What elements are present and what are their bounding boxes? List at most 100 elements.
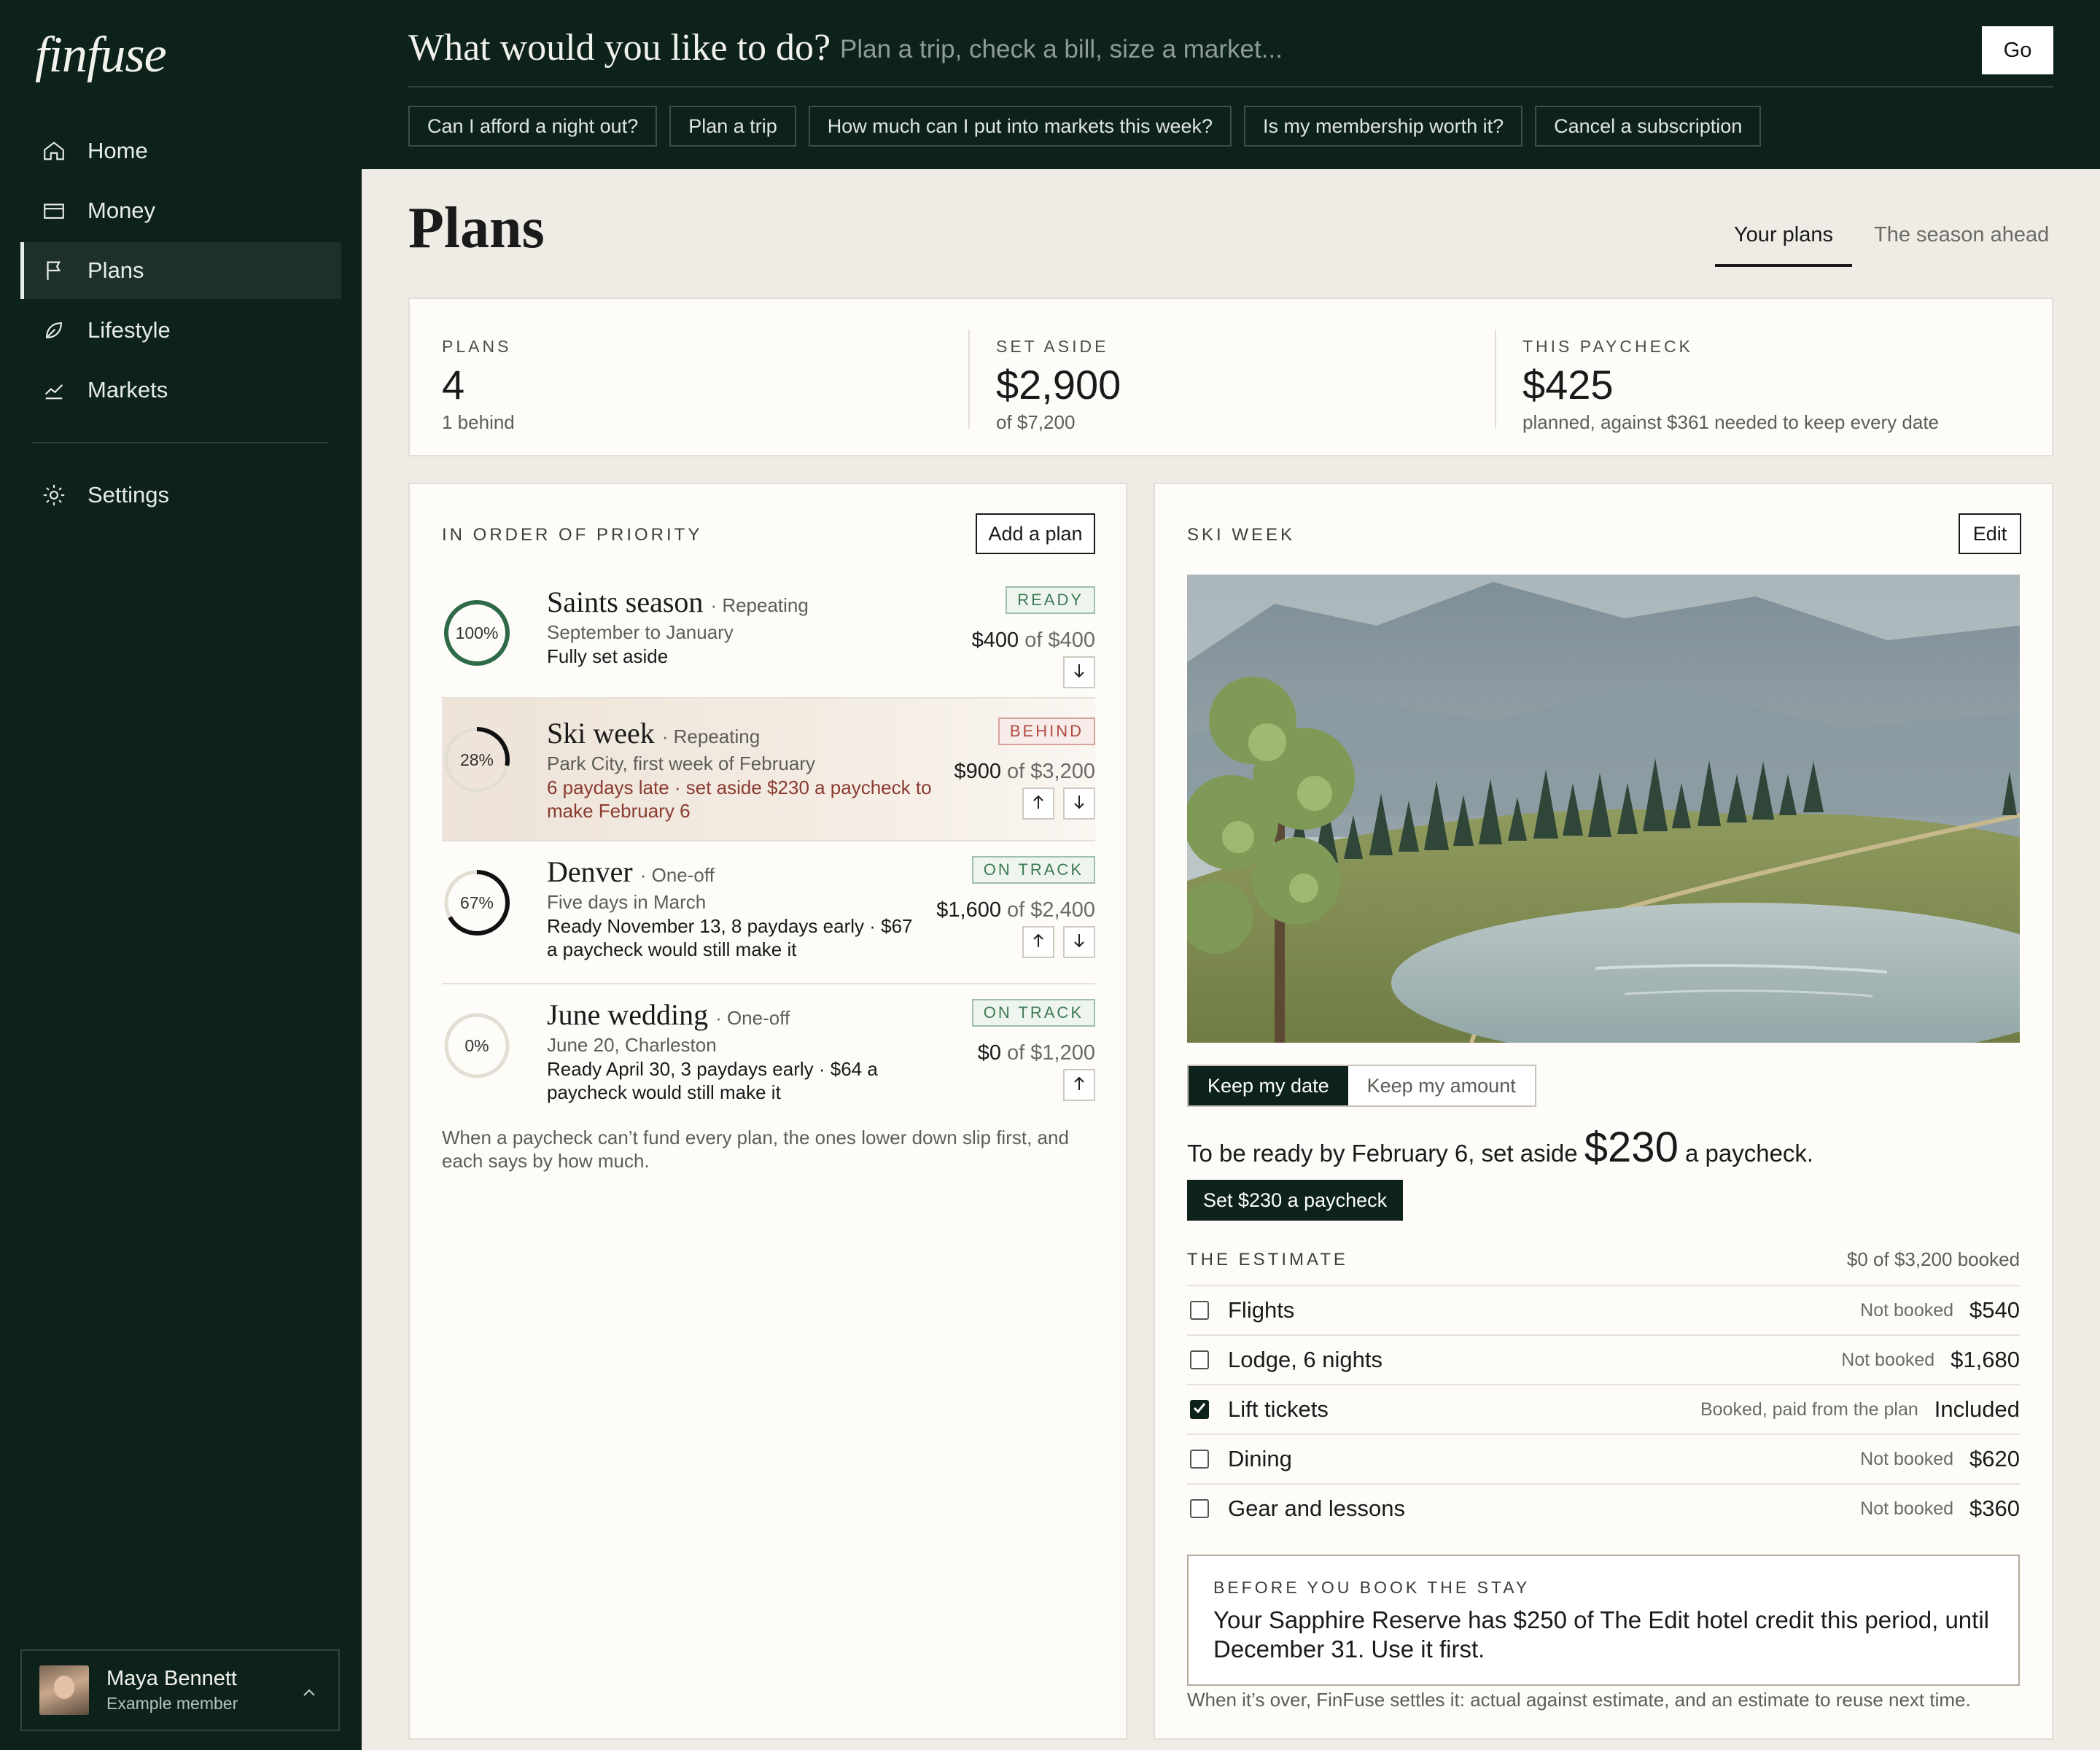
move-down-button[interactable] xyxy=(1063,656,1095,688)
estimate-item: Flights xyxy=(1228,1297,1295,1323)
status-badge: ON TRACK xyxy=(971,999,1095,1027)
ask-input[interactable]: Plan a trip, check a bill, size a market… xyxy=(840,35,1283,64)
plan-title: Saints season · Repeating xyxy=(547,585,809,619)
recommendation-prefix: To be ready by February 6, set aside xyxy=(1187,1140,1578,1167)
sidebar-item-money[interactable]: Money xyxy=(20,182,341,239)
plan-amount: $900 of $3,200 xyxy=(954,760,1095,784)
home-icon xyxy=(41,138,67,164)
move-up-button[interactable] xyxy=(1063,1069,1095,1101)
plan-saved: $400 xyxy=(971,629,1019,652)
plan-row-saints-season[interactable]: 100% Saints season · Repeating September… xyxy=(442,572,1095,713)
estimate-item: Lift tickets xyxy=(1228,1396,1329,1422)
progress-percent: 100% xyxy=(455,623,499,642)
plan-title: Ski week · Repeating xyxy=(547,716,760,750)
booked-checkbox[interactable] xyxy=(1190,1400,1209,1419)
estimate-price: Included xyxy=(1934,1396,2020,1422)
status-badge: ON TRACK xyxy=(971,856,1095,884)
reorder-controls xyxy=(1063,656,1095,688)
plan-saved: $900 xyxy=(954,760,1001,783)
booked-checkbox[interactable] xyxy=(1190,1499,1209,1518)
callout-label: BEFORE YOU BOOK THE STAY xyxy=(1213,1578,1531,1597)
move-up-button[interactable] xyxy=(1022,788,1054,820)
user-name: Maya Bennett xyxy=(106,1667,237,1690)
plan-saved: $0 xyxy=(977,1041,1001,1065)
status-badge: READY xyxy=(1006,586,1095,614)
priority-panel: IN ORDER OF PRIORITY Add a plan 100% Sai… xyxy=(408,483,1127,1740)
plan-subtitle: June 20, Charleston xyxy=(547,1034,717,1056)
sidebar-item-label: Lifestyle xyxy=(88,317,171,343)
move-down-button[interactable] xyxy=(1063,926,1095,958)
plan-subtitle: Five days in March xyxy=(547,891,707,913)
callout-text: Your Sapphire Reserve has $250 of The Ed… xyxy=(1213,1606,1989,1662)
stat-this-paycheck: THIS PAYCHECK $425 planned, against $361… xyxy=(1522,337,1939,434)
plan-name: Ski week xyxy=(547,717,655,750)
sidebar-item-label: Markets xyxy=(88,377,168,402)
stat-divider xyxy=(968,330,970,429)
booking-status: Not booked xyxy=(1841,1349,1935,1370)
avatar xyxy=(39,1665,89,1715)
sidebar-item-label: Money xyxy=(88,198,156,223)
booked-checkbox[interactable] xyxy=(1190,1450,1209,1469)
sidebar-item-markets[interactable]: Markets xyxy=(20,362,341,419)
sidebar-item-lifestyle[interactable]: Lifestyle xyxy=(20,302,341,359)
reorder-controls xyxy=(1022,788,1095,820)
sidebar-item-home[interactable]: Home xyxy=(20,122,341,179)
suggestion-chip[interactable]: Can I afford a night out? xyxy=(408,106,658,147)
arrow-down-icon xyxy=(1072,663,1086,682)
plan-subtitle: Park City, first week of February xyxy=(547,752,815,774)
user-role: Example member xyxy=(106,1694,238,1713)
plan-target: of $3,200 xyxy=(1007,760,1095,783)
ask-bar: What would you like to do? Plan a trip, … xyxy=(362,0,2100,169)
tab-your-plans[interactable]: Your plans xyxy=(1715,223,1852,267)
plan-name: Saints season xyxy=(547,586,704,618)
stat-sub: of $7,200 xyxy=(996,411,1076,433)
booking-status: Not booked xyxy=(1860,1299,1954,1321)
add-plan-button[interactable]: Add a plan xyxy=(976,513,1095,554)
sidebar-item-settings[interactable]: Settings xyxy=(20,467,341,524)
summary-stats: PLANS 4 1 behind SET ASIDE $2,900 of $7,… xyxy=(408,298,2053,456)
plan-title: Denver · One-off xyxy=(547,855,715,889)
stat-divider xyxy=(1495,330,1496,429)
check-icon xyxy=(1192,1401,1207,1418)
plan-title: June wedding · One-off xyxy=(547,998,790,1032)
booking-status: Booked, paid from the plan xyxy=(1700,1399,1918,1420)
plan-amount: $400 of $400 xyxy=(972,629,1095,653)
suggestion-chip[interactable]: Cancel a subscription xyxy=(1535,106,1762,147)
go-button[interactable]: Go xyxy=(1982,26,2053,74)
booked-checkbox[interactable] xyxy=(1190,1301,1209,1320)
stat-label: PLANS xyxy=(442,337,512,356)
wallet-icon xyxy=(41,198,67,224)
stat-sub: planned, against $361 needed to keep eve… xyxy=(1522,411,1940,433)
user-menu[interactable]: Maya Bennett Example member xyxy=(20,1649,340,1731)
suggestion-chip[interactable]: How much can I put into markets this wee… xyxy=(808,106,1232,147)
move-down-button[interactable] xyxy=(1063,788,1095,820)
suggestion-chip[interactable]: Plan a trip xyxy=(669,106,796,147)
progress-percent: 0% xyxy=(464,1035,489,1055)
tab-season-ahead[interactable]: The season ahead xyxy=(1855,223,2068,267)
estimate-price: $540 xyxy=(1969,1297,2020,1323)
progress-percent: 67% xyxy=(459,892,494,912)
plan-kind: · One-off xyxy=(639,864,715,886)
suggestion-chip[interactable]: Is my membership worth it? xyxy=(1244,106,1523,147)
ask-title: What would you like to do? xyxy=(408,27,831,69)
plan-note: 6 paydays late · set aside $230 a payche… xyxy=(547,777,932,822)
recommendation-amount: $230 xyxy=(1584,1124,1679,1171)
page-title: Plans xyxy=(408,196,545,260)
keep-my-amount-option[interactable]: Keep my amount xyxy=(1348,1066,1535,1105)
estimate-row: Lift tickets Booked, paid from the plan … xyxy=(1187,1384,2020,1434)
keep-toggle: Keep my date Keep my amount xyxy=(1187,1065,1536,1107)
plan-row-denver[interactable]: 67% Denver · One-off Five days in March … xyxy=(442,841,1095,983)
plan-row-ski-week[interactable]: 28% Ski week · Repeating Park City, firs… xyxy=(442,699,1095,840)
keep-my-date-option[interactable]: Keep my date xyxy=(1189,1066,1348,1105)
estimate-label: THE ESTIMATE xyxy=(1187,1250,1348,1269)
set-paycheck-button[interactable]: Set $230 a paycheck xyxy=(1187,1180,1404,1221)
plan-row-june-wedding[interactable]: 0% June wedding · One-off June 20, Charl… xyxy=(442,984,1095,1126)
booked-checkbox[interactable] xyxy=(1190,1350,1209,1369)
plan-name: June wedding xyxy=(547,998,709,1031)
edit-button[interactable]: Edit xyxy=(1959,513,2021,554)
move-up-button[interactable] xyxy=(1022,926,1054,958)
panel-label: SKI WEEK xyxy=(1187,525,1296,545)
app-logo[interactable]: finfuse xyxy=(35,26,167,85)
sidebar-item-plans[interactable]: Plans xyxy=(20,242,341,299)
plan-name: Denver xyxy=(547,855,633,888)
